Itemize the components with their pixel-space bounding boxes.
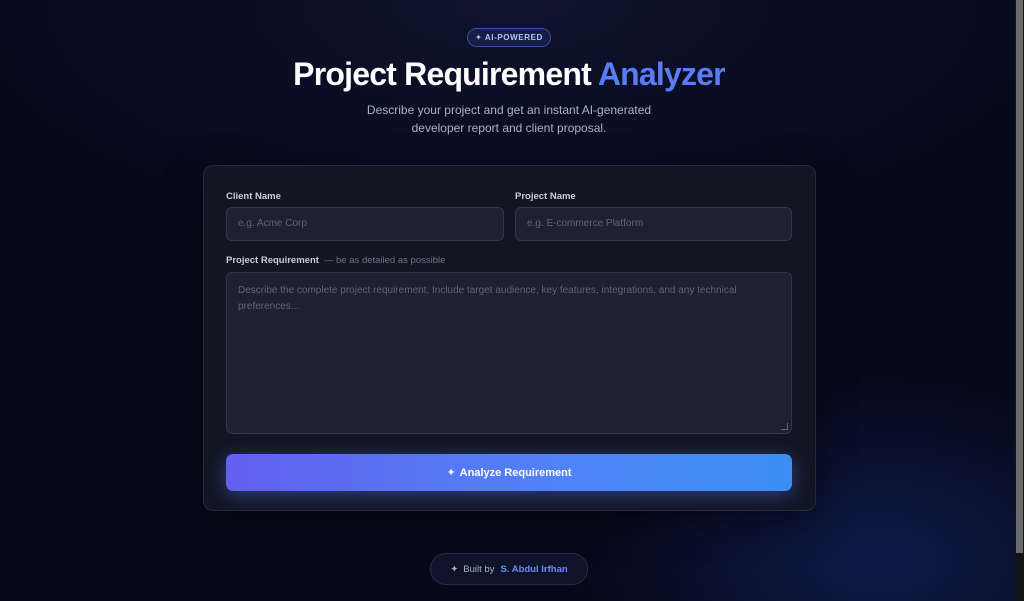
resize-handle-icon[interactable] [781,423,788,430]
requirement-hint: — be as detailed as possible [323,255,446,266]
project-name-label: Project Name [515,191,576,202]
built-by-footer: ✦ Built by S. Abdul Irfhan [430,553,588,585]
title-accent: Analyzer [597,56,726,92]
analyze-button-label: Analyze Requirement [459,466,572,479]
analyze-requirement-button[interactable]: ✦ Analyze Requirement [226,454,792,491]
page-subtitle: Describe your project and get an instant… [359,101,659,137]
ai-powered-badge: ✦ AI-POWERED [467,28,551,47]
requirement-label-text: Project Requirement [226,255,319,266]
subtitle-line-1: Describe your project and get an instant… [366,103,652,117]
built-by-text: Built by [463,563,495,575]
sparkle-icon: ✦ [446,467,456,479]
page-title: Project Requirement Analyzer [0,56,1018,93]
project-name-input[interactable]: e.g. E-commerce Platform [515,207,792,241]
requirement-placeholder: Describe the complete project requiremen… [238,285,737,312]
requirement-textarea[interactable]: Describe the complete project requiremen… [226,272,792,434]
subtitle-line-2: developer report and client proposal. [411,121,607,135]
client-name-label: Client Name [226,191,281,202]
author-link[interactable]: S. Abdul Irfhan [500,564,567,575]
client-name-input[interactable]: e.g. Acme Corp [226,207,504,241]
title-main: Project Requirement [293,56,598,92]
requirement-label: Project Requirement — be as detailed as p… [226,255,445,266]
sparkle-icon: ✦ [450,563,459,575]
analyzer-form-card: Client Name e.g. Acme Corp Project Name … [203,165,816,511]
